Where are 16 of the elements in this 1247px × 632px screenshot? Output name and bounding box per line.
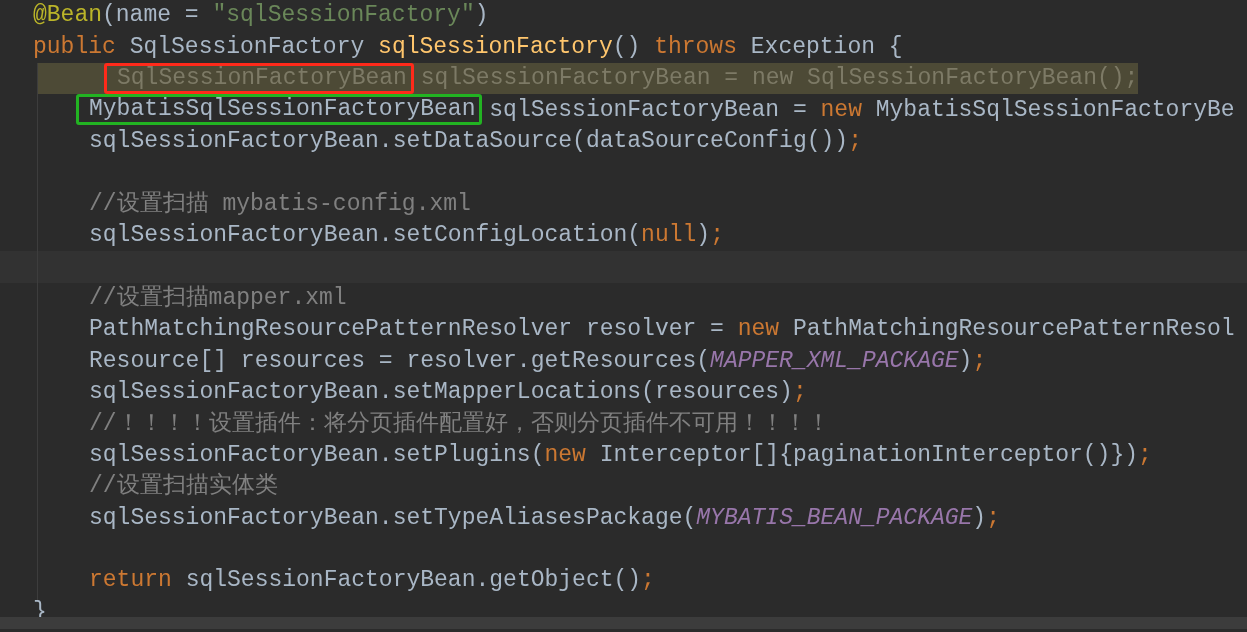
code-text: sqlSessionFactoryBean.setTypeAliasesPackage(MYBATIS_BEAN_PACKAGE); bbox=[89, 503, 1000, 533]
code-text: PathMatchingResourcePatternResolver resolver = new PathMatchingResourcePatternResol bbox=[89, 315, 1235, 345]
marked-code: MybatisSqlSessionFactoryBean bbox=[76, 94, 483, 126]
code-text: @Bean(name = "sqlSessionFactory") bbox=[33, 1, 489, 31]
code-text: sqlSessionFactoryBean.setPlugins(new Interceptor[]{paginationInterceptor()}); bbox=[89, 440, 1152, 470]
code-text: Resource[] resources = resolver.getResources(MAPPER_XML_PACKAGE); bbox=[89, 346, 987, 376]
code-text: sqlSessionFactoryBean.setDataSource(dataSourceConfig()); bbox=[89, 127, 862, 156]
code-text: return sqlSessionFactoryBean.getObject(); bbox=[89, 566, 655, 596]
code-comment: //设置扫描实体类 bbox=[89, 471, 278, 502]
code-text: sqlSessionFactoryBean.setMapperLocations(resources); bbox=[89, 378, 807, 408]
code-comment: //设置扫描 mybatis-config.xml bbox=[89, 189, 471, 219]
code-text: sqlSessionFactoryBean = new MybatisSqlSessionFactoryBe bbox=[488, 95, 1235, 125]
code-text: public SqlSessionFactory sqlSessionFactory() throws Exception { bbox=[33, 32, 903, 62]
code-comment: //！！！！设置插件：将分页插件配置好，否则分页插件不可用！！！！ bbox=[89, 409, 830, 439]
code-comment: //设置扫描mapper.xml bbox=[89, 283, 347, 313]
code-text: sqlSessionFactoryBean.setConfigLocation(null); bbox=[89, 221, 724, 251]
